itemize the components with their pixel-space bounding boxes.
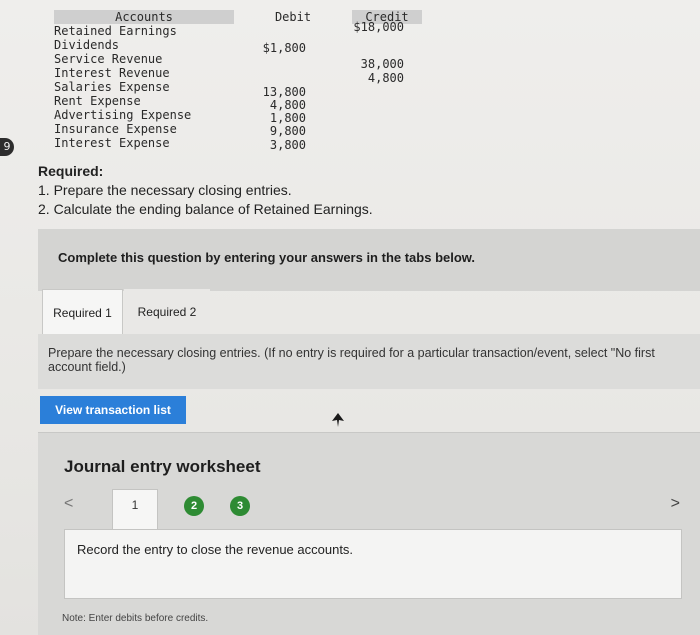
table-row: Advertising Expense 1,800: [54, 108, 424, 125]
account-name: Salaries Expense: [54, 80, 170, 94]
table-row: Interest Expense 3,800: [54, 136, 424, 152]
instruction-banner: Complete this question by entering your …: [38, 229, 700, 291]
question-number-badge: 9: [0, 138, 14, 156]
table-row: Interest Revenue 4,800: [54, 66, 424, 85]
table-row: Retained Earnings $18,000: [54, 20, 424, 38]
account-name: Service Revenue: [54, 52, 163, 66]
header-debit: Debit: [274, 10, 312, 24]
header-accounts: Accounts: [54, 10, 234, 24]
tab-instructions: Prepare the necessary closing entries. (…: [38, 334, 700, 389]
table-row: Rent Expense 4,800: [54, 94, 424, 112]
page-3-tab[interactable]: 3: [230, 496, 250, 516]
required-title: Required:: [38, 163, 104, 179]
table-row: Insurance Expense 9,800: [54, 122, 424, 138]
credit-value: $18,000: [353, 20, 404, 34]
account-name: Dividends: [54, 38, 120, 52]
account-name: Insurance Expense: [54, 122, 177, 136]
chevron-left-icon[interactable]: <: [64, 495, 73, 513]
journal-entry-worksheet: Journal entry worksheet < 1 2 3 > Record…: [38, 432, 700, 635]
account-name: Interest Expense: [54, 136, 170, 150]
page-1-tab[interactable]: 1: [112, 489, 158, 529]
entry-description-panel: Record the entry to close the revenue ac…: [64, 529, 682, 599]
page-2-tab[interactable]: 2: [184, 496, 204, 516]
banner-text: Complete this question by entering your …: [58, 250, 476, 265]
table-row: Salaries Expense 13,800: [54, 80, 424, 99]
required-item-2: 2. Calculate the ending balance of Retai…: [38, 201, 373, 217]
account-name: Rent Expense: [54, 94, 141, 108]
page: 9 Accounts Debit Credit Retained Earning…: [0, 0, 700, 635]
worksheet-note: Note: Enter debits before credits.: [62, 613, 209, 624]
tab-bar: Required 1 Required 2: [38, 289, 700, 335]
table-row: Dividends $1,800: [54, 38, 424, 55]
required-item-1: 1. Prepare the necessary closing entries…: [38, 182, 292, 198]
worksheet-title: Journal entry worksheet: [64, 457, 261, 476]
worksheet-pager: < 1 2 3 >: [60, 489, 680, 529]
instructions-text: Prepare the necessary closing entries. (…: [48, 346, 655, 374]
debit-value: 3,800: [269, 138, 306, 152]
table-row: Service Revenue 38,000: [54, 52, 424, 71]
entry-description: Record the entry to close the revenue ac…: [77, 542, 354, 557]
chevron-right-icon[interactable]: >: [671, 495, 680, 513]
account-name: Advertising Expense: [54, 108, 192, 122]
tab-required-2[interactable]: Required 2: [124, 289, 210, 335]
view-transaction-list-button[interactable]: View transaction list: [40, 396, 186, 424]
account-name: Retained Earnings: [54, 24, 177, 38]
account-name: Interest Revenue: [54, 66, 170, 80]
tab-required-1[interactable]: Required 1: [42, 289, 123, 335]
required-section: Required: 1. Prepare the necessary closi…: [38, 163, 373, 219]
